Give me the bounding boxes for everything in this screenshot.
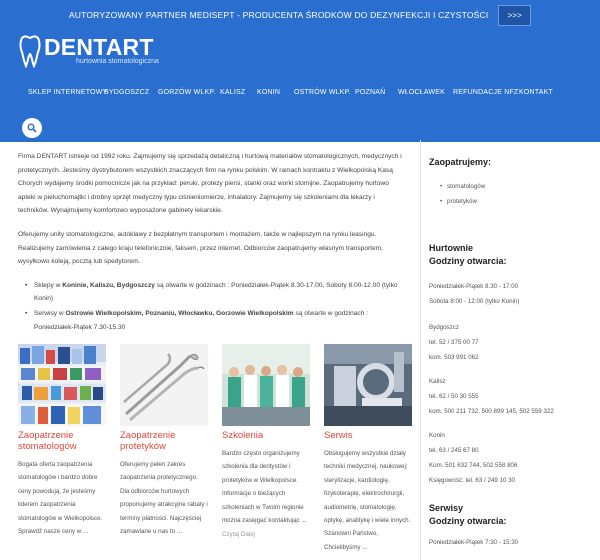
tools-image[interactable]	[120, 344, 208, 426]
tooth-icon	[19, 35, 41, 68]
card-text: Obsługujemy wszystkie działy techniki me…	[324, 450, 411, 551]
supply-item[interactable]: protetyków	[440, 195, 491, 210]
nav-bydgoszcz[interactable]: BYDGOSZCZ	[104, 89, 149, 96]
sidebar: Zaopatrujemy: stomatologów protetyków Hu…	[420, 140, 600, 560]
intro-paragraph: Firma DENTART istnieje od 1992 roku. Zaj…	[18, 153, 402, 215]
hurtownie-title: Hurtownie	[429, 243, 473, 253]
phone-number: tel. 62 / 50 30 555	[429, 393, 479, 400]
city-name: Konin	[429, 432, 445, 439]
nav-kontakt[interactable]: KONTAKT	[519, 89, 553, 96]
card-title[interactable]: Szkolenia	[222, 430, 310, 441]
card-title[interactable]: Zaopatrzenie stomatologów	[18, 430, 106, 452]
logo-subtitle: hurtownia stomatologiczna	[76, 58, 159, 65]
products-image[interactable]	[18, 344, 106, 426]
city-name: Bydgoszcz	[429, 324, 459, 331]
hours-title: Godziny otwarcia:	[429, 256, 507, 266]
serwisy-title: Serwisy	[429, 503, 464, 513]
supply-widget: Zaopatrujemy: stomatologów protetyków	[429, 156, 491, 209]
hurtownie-widget: Hurtownie Godziny otwarcia: Poniedziałek…	[429, 242, 599, 548]
nav-konin[interactable]: KONIN	[257, 89, 280, 96]
hours-list-item: Serwisy w Ostrowie Wielkopolskim, Poznan…	[25, 307, 403, 334]
card-text: Bogata oferta zaopatrzenia stomatologów …	[18, 461, 103, 536]
logo-name: DENTART	[44, 34, 154, 60]
card-text: Oferujemy pełen zakres zaopatrzenia prot…	[120, 461, 208, 536]
phone-number: Kom. 501 632 744, 502 558 806	[429, 462, 518, 469]
nav-kalisz[interactable]: KALISZ	[220, 89, 245, 96]
card-title[interactable]: Serwis	[324, 430, 412, 441]
supply-title: Zaopatrujemy:	[429, 157, 492, 167]
read-more-link[interactable]: Czytaj Dalej	[222, 531, 310, 538]
offer-paragraph: Oferujemy unity stomatologiczne, autokla…	[18, 230, 384, 266]
serwisy-hours-title: Godziny otwarcia:	[429, 516, 507, 526]
main-content: Firma DENTART istnieje od 1992 roku. Zaj…	[18, 150, 403, 346]
hours-line: Poniedziałek-Piątek 8.30 - 17:00	[429, 283, 519, 290]
nav-ostrow[interactable]: OSTRÓW WLKP.	[294, 89, 351, 96]
nav-sklep[interactable]: SKLEP INTERNETOWY	[28, 89, 107, 96]
supply-item[interactable]: stomatologów	[440, 180, 491, 195]
card-text: Bardzo często organizujemy szkolenia dla…	[222, 450, 307, 525]
search-icon	[27, 123, 37, 133]
search-button[interactable]	[22, 118, 42, 138]
phone-number: tel. 63 / 245 67 80	[429, 447, 479, 454]
nav-gorzow[interactable]: GORZÓW WLKP.	[158, 89, 216, 96]
promo-button[interactable]: >>>	[498, 4, 532, 26]
promo-bar: AUTORYZOWANY PARTNER MEDISEPT - PRODUCEN…	[0, 0, 600, 30]
main-nav: SKLEP INTERNETOWY BYDGOSZCZ GORZÓW WLKP.…	[0, 89, 600, 103]
hours-line: Sobota 8:00 - 12:00 (tylko Konin)	[429, 298, 520, 305]
phone-number: kom. 503 991 062	[429, 354, 479, 361]
card-szkolenia: Szkolenia Bardzo często organizujemy szk…	[222, 344, 310, 538]
card-protetycy: Zaopatrzenie protetyków Oferujemy pełen …	[120, 344, 208, 538]
site-header: DENTART hurtownia stomatologiczna SKLEP …	[0, 30, 600, 142]
nav-poznan[interactable]: POZNAŃ	[355, 89, 385, 96]
hours-list: Sklepy w Koninie, Kaliszu, Bydgoszczy są…	[25, 279, 403, 334]
hours-list-item: Sklepy w Koninie, Kaliszu, Bydgoszczy są…	[25, 279, 403, 306]
phone-number: Księgowość: tel. 63 / 249 10 30	[429, 477, 515, 484]
feature-cards: Zaopatrzenie stomatologów Bogata oferta …	[18, 344, 412, 560]
nav-refundacje[interactable]: REFUNDACJE NFZ	[453, 89, 518, 96]
team-image[interactable]	[222, 344, 310, 426]
logo[interactable]: DENTART hurtownia stomatologiczna	[18, 34, 159, 68]
phone-number: tel. 52 / 375 00 77	[429, 339, 479, 346]
card-serwis: Serwis Obsługujemy wszystkie działy tech…	[324, 344, 412, 554]
hours-line: Poniedziałek-Piątek 7:30 - 15:30	[429, 539, 519, 546]
nav-wloclawek[interactable]: WŁOCŁAWEK	[398, 89, 445, 96]
promo-text: AUTORYZOWANY PARTNER MEDISEPT - PRODUCEN…	[68, 10, 489, 20]
phone-number: kom. 500 211 732, 500 899 145, 502 559 3…	[429, 408, 554, 415]
city-name: Kalisz	[429, 378, 446, 385]
card-stomatolodzy: Zaopatrzenie stomatologów Bogata oferta …	[18, 344, 106, 538]
equipment-image[interactable]	[324, 344, 412, 426]
card-title[interactable]: Zaopatrzenie protetyków	[120, 430, 208, 452]
